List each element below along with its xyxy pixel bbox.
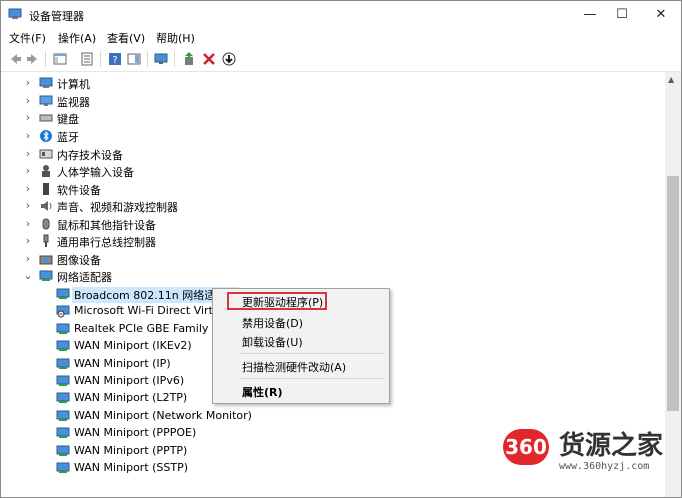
menu-item-properties[interactable]: 属性(R) — [242, 384, 283, 400]
network-adapter-disabled-icon — [56, 305, 70, 318]
network-adapter-icon — [39, 270, 53, 281]
close-button[interactable]: ✕ — [638, 1, 681, 28]
memory-icon — [39, 149, 53, 159]
network-adapter-icon — [56, 358, 70, 369]
network-adapter-icon — [56, 427, 70, 438]
menu-item-disable-device[interactable]: 禁用设备(D) — [242, 315, 303, 331]
tree-category-label: 鼠标和其他指针设备 — [57, 219, 156, 232]
chevron-right-icon[interactable]: › — [23, 129, 33, 143]
scroll-up-arrow-icon[interactable]: ▲ — [668, 75, 674, 84]
menu-action[interactable]: 操作(A) — [58, 30, 96, 46]
network-adapter-icon — [56, 288, 70, 299]
tree-category-label: 人体学输入设备 — [57, 166, 134, 179]
tree-item-label: WAN Miniport (IPv6) — [74, 374, 185, 387]
back-icon[interactable] — [7, 51, 23, 67]
monitor-icon — [39, 95, 53, 106]
tree-category-label: 通用串行总线控制器 — [57, 236, 156, 249]
network-adapter-icon — [56, 462, 70, 473]
tree-category-label: 声音、视频和游戏控制器 — [57, 201, 178, 214]
forward-icon[interactable] — [25, 51, 41, 67]
tree-item-label: WAN Miniport (IP) — [74, 357, 171, 370]
chevron-right-icon[interactable]: › — [23, 94, 33, 108]
device-manager-window: 设备管理器 — ☐ ✕ 文件(F) 操作(A) 查看(V) 帮助(H) ? › … — [0, 0, 682, 498]
chevron-right-icon[interactable]: › — [23, 199, 33, 213]
chevron-right-icon[interactable]: › — [23, 76, 33, 90]
chevron-right-icon[interactable]: › — [23, 147, 33, 161]
menu-separator — [239, 353, 385, 354]
chevron-right-icon[interactable]: › — [23, 252, 33, 266]
menu-file[interactable]: 文件(F) — [9, 30, 46, 46]
network-adapter-icon — [56, 340, 70, 351]
tree-item-label: WAN Miniport (PPTP) — [74, 444, 188, 457]
download-icon[interactable] — [221, 51, 237, 67]
context-menu: 更新驱动程序(P) 禁用设备(D) 卸载设备(U) 扫描检测硬件改动(A) 属性… — [212, 288, 390, 404]
software-device-icon — [43, 183, 49, 195]
chevron-right-icon[interactable]: › — [23, 234, 33, 248]
bluetooth-icon — [40, 130, 52, 142]
watermark-text: 货源之家 — [559, 431, 664, 461]
tree-item-label: WAN Miniport (IKEv2) — [74, 339, 192, 352]
usb-icon — [43, 234, 49, 247]
window-title: 设备管理器 — [29, 10, 84, 23]
menu-item-scan-hardware[interactable]: 扫描检测硬件改动(A) — [242, 359, 346, 375]
menu-view[interactable]: 查看(V) — [107, 30, 145, 46]
update-driver-icon[interactable] — [181, 51, 197, 67]
chevron-right-icon[interactable]: › — [23, 111, 33, 125]
hid-icon — [42, 165, 50, 177]
computer-icon — [39, 77, 53, 88]
tree-category-label: 计算机 — [57, 78, 90, 91]
network-adapter-icon — [56, 323, 70, 334]
menu-item-update-driver[interactable]: 更新驱动程序(P) — [242, 294, 323, 310]
tree-item-label: Realtek PCIe GBE Family Co — [74, 322, 227, 335]
tree-item-label: Microsoft Wi-Fi Direct Virtu — [74, 304, 220, 317]
network-adapter-icon — [56, 445, 70, 456]
tree-category-label: 软件设备 — [57, 184, 101, 197]
menu-bar: 文件(F) 操作(A) 查看(V) 帮助(H) — [1, 28, 681, 46]
tree-category-label: 内存技术设备 — [57, 149, 123, 162]
uninstall-icon[interactable] — [201, 51, 217, 67]
toolbar-separator — [174, 51, 175, 67]
chevron-right-icon[interactable]: › — [23, 217, 33, 231]
chevron-down-icon[interactable]: ⌄ — [23, 269, 33, 283]
menu-help[interactable]: 帮助(H) — [156, 30, 195, 46]
tree-item-label: WAN Miniport (Network Monitor) — [74, 409, 252, 422]
watermark-badge: 360 — [503, 429, 549, 465]
tree-item-label: WAN Miniport (PPPOE) — [74, 426, 197, 439]
chevron-right-icon[interactable]: › — [23, 164, 33, 178]
show-hide-console-tree-icon[interactable] — [52, 51, 68, 67]
tree-category-label: 图像设备 — [57, 254, 101, 267]
toolbar-separator — [45, 51, 46, 67]
speaker-icon — [41, 201, 52, 211]
menu-item-uninstall-device[interactable]: 卸载设备(U) — [242, 334, 303, 350]
watermark-url: www.360hyzj.com — [559, 461, 650, 472]
chevron-right-icon[interactable]: › — [23, 182, 33, 196]
toolbar-separator — [147, 51, 148, 67]
tree-category-label: 网络适配器 — [57, 271, 112, 284]
scrollbar-thumb[interactable] — [667, 176, 679, 411]
tree-category-label: 键盘 — [57, 113, 79, 126]
tree-item-label: WAN Miniport (L2TP) — [74, 391, 188, 404]
mouse-icon — [42, 218, 50, 230]
camera-icon — [39, 255, 53, 265]
network-adapter-icon — [56, 410, 70, 421]
toolbar: ? — [1, 47, 681, 72]
toolbar-separator — [100, 51, 101, 67]
help-icon[interactable]: ? — [107, 51, 123, 67]
device-manager-app-icon — [8, 8, 22, 19]
menu-separator — [239, 378, 385, 379]
network-adapter-icon — [56, 392, 70, 403]
network-adapter-icon — [56, 375, 70, 386]
monitor-icon[interactable] — [153, 51, 169, 67]
tree-item-label: WAN Miniport (SSTP) — [74, 461, 189, 474]
tree-category-label: 蓝牙 — [57, 131, 79, 144]
keyboard-icon — [39, 114, 53, 122]
svg-text:?: ? — [112, 55, 117, 66]
action-pane-icon[interactable] — [126, 51, 142, 67]
title-bar: 设备管理器 — ☐ ✕ — [1, 1, 681, 28]
properties-icon[interactable] — [79, 51, 95, 67]
tree-category-label: 监视器 — [57, 96, 90, 109]
watermark: 360 货源之家 www.360hyzj.com — [497, 421, 681, 497]
